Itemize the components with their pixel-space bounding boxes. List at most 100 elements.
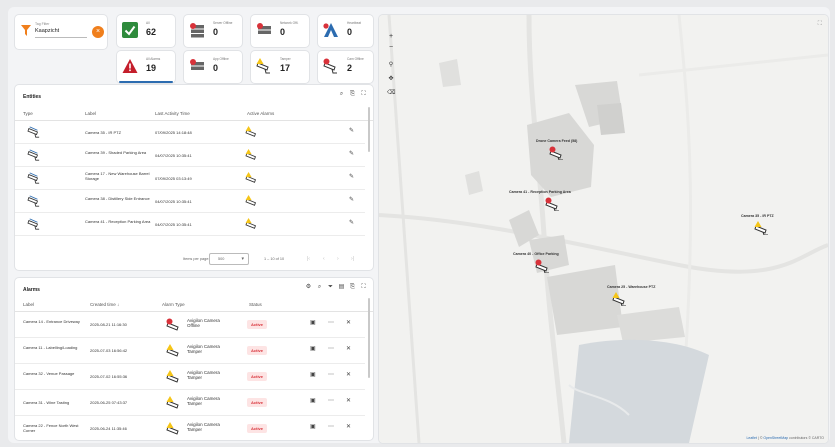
camera-icon bbox=[27, 149, 40, 161]
clear-filter-button[interactable]: × bbox=[92, 26, 104, 38]
entity-label: Camera 17 - New Warehouse Barrel Storage bbox=[85, 171, 150, 181]
first-page-icon[interactable]: |‹ bbox=[307, 256, 310, 262]
kpi-all[interactable]: All 62 bbox=[117, 15, 175, 47]
close-icon[interactable]: ✕ bbox=[346, 345, 351, 352]
kpi-cam-offline[interactable]: Cam Offline 2 bbox=[318, 51, 373, 83]
more-icon[interactable]: ⋯ bbox=[328, 423, 334, 430]
kpi-all-alarms[interactable]: All Alarms 19 bbox=[117, 51, 175, 83]
close-icon[interactable]: ✕ bbox=[346, 423, 351, 430]
alarms-panel: Alarms ⚙ ⌕ ⏷ ▤ ⎘ ⛶ Label Created time ↓ … bbox=[15, 278, 373, 440]
entities-title: Entities bbox=[23, 94, 42, 100]
more-icon[interactable]: ⋯ bbox=[328, 319, 334, 326]
export-icon[interactable]: ⎘ bbox=[349, 284, 356, 291]
table-row[interactable]: Camera 17 - New Warehouse Barrel Storage… bbox=[15, 167, 365, 190]
kpi-value: 0 bbox=[347, 27, 353, 37]
last-page-icon[interactable]: ›| bbox=[351, 256, 354, 262]
fullscreen-icon[interactable]: ⛶ bbox=[360, 284, 367, 291]
marker-label: Drone Camera Feed (58) bbox=[536, 139, 578, 143]
filter-icon bbox=[21, 25, 31, 36]
table-row[interactable]: Camera 41 - Reception Parking Area 04/07… bbox=[15, 213, 365, 236]
leaflet-link[interactable]: Leaflet bbox=[746, 436, 757, 440]
zoom-in-button[interactable]: + bbox=[387, 33, 395, 40]
tag-filter-value[interactable]: Kaapzicht bbox=[35, 28, 59, 34]
locate-icon[interactable]: ⚲ bbox=[387, 61, 395, 68]
page-size-value: 500 bbox=[218, 257, 225, 261]
more-icon[interactable]: ⋯ bbox=[328, 345, 334, 352]
col-label[interactable]: Label bbox=[85, 111, 96, 116]
close-icon[interactable]: ✕ bbox=[346, 397, 351, 404]
camera-tamper-icon bbox=[166, 396, 179, 409]
settings-icon[interactable]: ⚙ bbox=[305, 284, 312, 291]
search-icon[interactable]: ⌕ bbox=[316, 284, 323, 291]
camera-offline-marker-icon[interactable] bbox=[549, 146, 565, 160]
camera-offline-marker-icon[interactable] bbox=[545, 197, 561, 211]
status-badge: Active bbox=[247, 346, 268, 355]
table-row[interactable]: Camera 39 - Shaded Parking Area 04/07/20… bbox=[15, 144, 365, 167]
camera-offline-icon bbox=[323, 58, 337, 74]
map-attribution: Leaflet | © OpenStreetMap contributors ©… bbox=[746, 436, 824, 440]
fullscreen-icon[interactable]: ⛶ bbox=[360, 91, 367, 98]
kpi-heartbeat[interactable]: Heartbeat 0 bbox=[318, 15, 373, 47]
col-alarm-type[interactable]: Alarm Type bbox=[162, 302, 185, 307]
more-icon[interactable]: ⋯ bbox=[328, 397, 334, 404]
close-icon[interactable]: ✕ bbox=[346, 371, 351, 378]
columns-icon[interactable]: ▤ bbox=[338, 284, 345, 291]
edit-icon[interactable]: ✎ bbox=[349, 219, 354, 226]
zoom-out-button[interactable]: − bbox=[387, 44, 395, 51]
alarm-label: Camera 22 - Fence North West Corner bbox=[23, 423, 79, 433]
table-row[interactable]: Camera 32 - Venue Passage 2025-07-02 16:… bbox=[15, 364, 365, 390]
table-row[interactable]: Camera 22 - Fence North West Corner 2025… bbox=[15, 416, 365, 440]
comment-icon[interactable]: ▣ bbox=[310, 397, 316, 404]
col-created[interactable]: Created time ↓ bbox=[90, 302, 119, 307]
fullscreen-icon[interactable]: ⛶ bbox=[818, 21, 822, 28]
comment-icon[interactable]: ▣ bbox=[310, 423, 316, 430]
warning-icon bbox=[122, 59, 138, 73]
table-row[interactable]: Camera 38 - Distillery Side Entrance 04/… bbox=[15, 190, 365, 213]
camera-tamper-marker-icon[interactable] bbox=[612, 292, 628, 306]
entity-time: 04/07/2025 10:35:41 bbox=[155, 222, 192, 227]
camera-offline-marker-icon[interactable] bbox=[535, 259, 551, 273]
col-last-activity[interactable]: Last Activity Time bbox=[155, 111, 190, 116]
tag-filter-card[interactable]: Tag Filter Kaapzicht × bbox=[15, 15, 107, 49]
move-icon[interactable]: ✥ bbox=[387, 75, 395, 82]
page-size-select[interactable]: 500 ▾ bbox=[209, 253, 249, 265]
camera-icon bbox=[27, 172, 40, 184]
comment-icon[interactable]: ▣ bbox=[310, 345, 316, 352]
erase-icon[interactable]: ⌫ bbox=[387, 89, 395, 96]
col-type[interactable]: Type bbox=[23, 111, 33, 116]
table-row[interactable]: Camera 35 - IR PTZ 07/09/2025 14:18:48 ✎ bbox=[15, 121, 365, 144]
edit-icon[interactable]: ✎ bbox=[349, 173, 354, 180]
comment-icon[interactable]: ▣ bbox=[310, 319, 316, 326]
comment-icon[interactable]: ▣ bbox=[310, 371, 316, 378]
export-icon[interactable]: ⎘ bbox=[349, 91, 356, 98]
table-row[interactable]: Camera 31 - Wine Tasting 2025-06-25 07:4… bbox=[15, 390, 365, 416]
edit-icon[interactable]: ✎ bbox=[349, 127, 354, 134]
edit-icon[interactable]: ✎ bbox=[349, 150, 354, 157]
search-icon[interactable]: ⌕ bbox=[338, 91, 345, 98]
close-icon[interactable]: ✕ bbox=[346, 319, 351, 326]
alarms-scrollbar[interactable] bbox=[368, 298, 370, 378]
kpi-app-offline[interactable]: App Offline 0 bbox=[184, 51, 242, 83]
map-view[interactable]: + − ⚲ ✥ ⌫ ⛶ Drone Camera Feed (58) Camer… bbox=[379, 15, 828, 443]
osm-link[interactable]: OpenStreetMap bbox=[763, 436, 788, 440]
camera-tamper-marker-icon[interactable] bbox=[754, 221, 770, 235]
col-active-alarms[interactable]: Active Alarms bbox=[247, 111, 274, 116]
alarm-created: 2025-06-24 11:35:46 bbox=[90, 426, 127, 431]
marker-label: Camera 25 - Warehouse PTZ bbox=[607, 285, 656, 289]
edit-icon[interactable]: ✎ bbox=[349, 196, 354, 203]
entity-time: 04/07/2025 10:35:41 bbox=[155, 199, 192, 204]
prev-page-icon[interactable]: ‹ bbox=[323, 256, 325, 262]
col-status[interactable]: Status bbox=[249, 302, 262, 307]
table-row[interactable]: Camera 14 - Entrance Driveway 2025-08-21… bbox=[15, 312, 365, 338]
next-page-icon[interactable]: › bbox=[337, 256, 339, 262]
kpi-server-offline[interactable]: Server Offline 0 bbox=[184, 15, 242, 47]
entities-scrollbar[interactable] bbox=[368, 107, 370, 152]
kpi-network-offline[interactable]: Network Offl. 0 bbox=[251, 15, 309, 47]
camera-icon bbox=[27, 195, 40, 207]
col-label[interactable]: Label bbox=[23, 302, 34, 307]
table-row[interactable]: Camera 11 - Labelling/Loading 2025-07-03… bbox=[15, 338, 365, 364]
kpi-tamper[interactable]: Tamper 17 bbox=[251, 51, 309, 83]
kpi-label: All Alarms bbox=[146, 57, 161, 61]
filter-icon[interactable]: ⏷ bbox=[327, 284, 334, 291]
more-icon[interactable]: ⋯ bbox=[328, 371, 334, 378]
